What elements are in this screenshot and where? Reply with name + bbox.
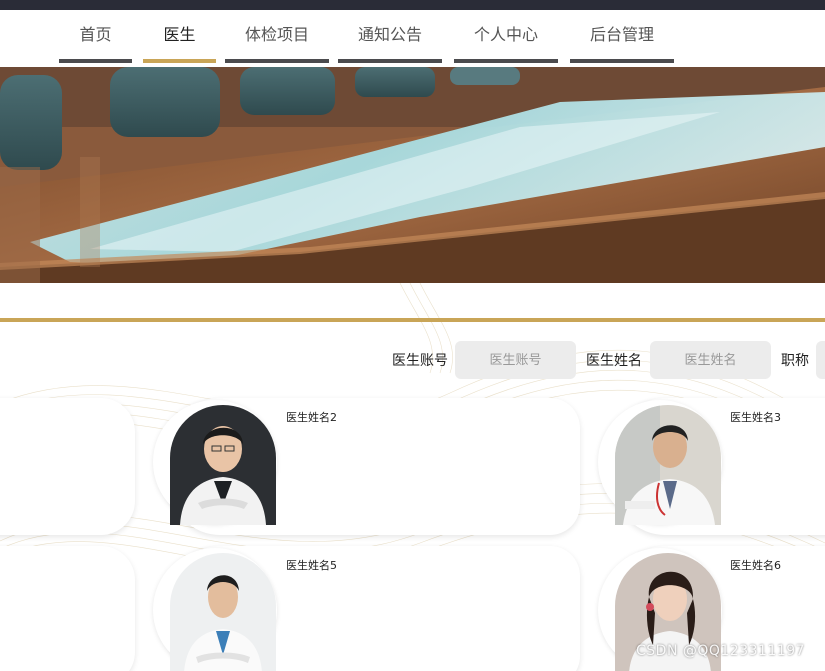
doctor-avatar[interactable] — [170, 405, 276, 525]
doctor-name: 医生姓名5 — [286, 559, 337, 572]
title-label: 职称 — [781, 353, 809, 369]
section-divider — [0, 318, 825, 322]
top-bar — [0, 0, 825, 10]
doctor-name: 医生姓名6 — [730, 559, 781, 572]
doctor-name-label: 医生姓名 — [586, 353, 642, 369]
nav-item-doctor[interactable]: 医生 — [143, 10, 216, 63]
doctor-avatar[interactable] — [615, 405, 721, 525]
nav-item-exam-items[interactable]: 体检项目 — [225, 10, 329, 63]
nav-item-home[interactable]: 首页 — [59, 10, 132, 63]
main-nav: 首页 医生 体检项目 通知公告 个人中心 后台管理 — [0, 10, 825, 67]
doctor-name: 医生姓名2 — [286, 411, 337, 424]
nav-item-notices[interactable]: 通知公告 — [338, 10, 442, 63]
doctor-card-partial[interactable] — [0, 398, 135, 535]
doctor-photo — [615, 405, 721, 525]
nav-item-personal-center[interactable]: 个人中心 — [454, 10, 558, 63]
nav-item-admin[interactable]: 后台管理 — [570, 10, 674, 63]
doctor-name: 医生姓名3 — [730, 411, 781, 424]
doctor-list-section: 医生账号 医生姓名 职称 医生姓名2 — [0, 283, 825, 671]
doctor-account-input[interactable] — [455, 341, 576, 379]
doctor-avatar[interactable] — [170, 553, 276, 671]
doctor-photo — [170, 553, 276, 671]
csdn-watermark: CSDN @QQ123311197 — [636, 643, 806, 659]
doctor-account-label: 医生账号 — [392, 353, 448, 369]
doctor-name-input[interactable] — [650, 341, 771, 379]
doctor-photo — [170, 405, 276, 525]
title-select[interactable] — [816, 341, 825, 379]
conference-table-photo — [0, 67, 825, 283]
banner-image — [0, 67, 825, 283]
doctor-card-partial[interactable] — [0, 546, 135, 671]
